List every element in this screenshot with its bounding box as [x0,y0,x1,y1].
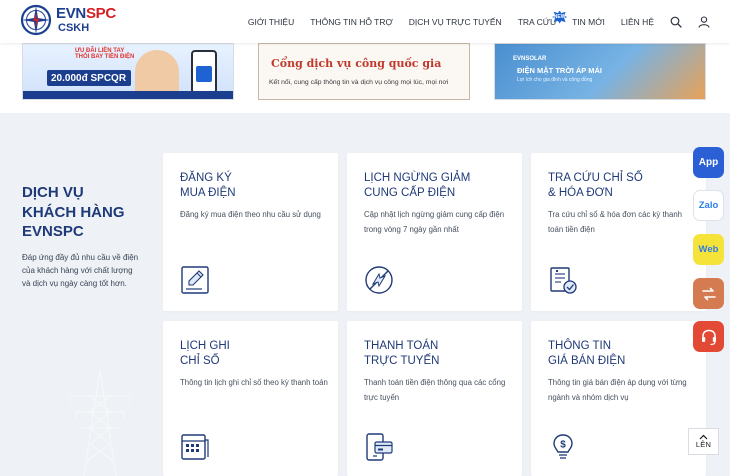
card-description: Đăng ký mua điện theo nhu cầu sử dụng [180,210,321,219]
card-title: THÔNG TIN GIÁ BÁN ĐIỆN [548,340,626,367]
card-description: Thông tin lịch ghi chỉ số theo kỳ thanh … [180,378,328,387]
nav-item-tin-moi[interactable]: TIN MỚI [572,17,605,27]
banner-evnsolar-subtitle: Lợi ích cho gia đình và cộng đồng [517,77,593,83]
service-card-tra-cuu-chi-so[interactable]: TRA CỨU CHỈ SỐ & HÓA ĐƠN Tra cứu chỉ số … [531,153,706,311]
site-header: EVNSPC CSKH GIỚI THIỆU THÔNG TIN HỖ TRỢ … [0,0,730,43]
banner-dich-vu-cong[interactable]: Cổng dịch vụ công quốc gia Kết nối, cung… [258,43,470,100]
card-description: Cập nhật lịch ngừng giảm cung cấp điện t… [364,210,505,235]
back-to-top-label: LÊN [695,440,712,449]
section-description: Đáp ứng đầy đủ nhu cầu về điện của khách… [22,253,139,289]
banner-evnsolar[interactable]: EVNSOLAR ĐIỆN MẶT TRỜI ÁP MÁI Lợi ích ch… [494,43,706,100]
service-card-thanh-toan-truc-tuyen[interactable]: THANH TOÁN TRỰC TUYẾN Thanh toán tiền đi… [347,321,522,476]
bulb-dollar-icon: $ [553,434,573,459]
user-icon[interactable] [698,15,710,28]
nav-item-thong-tin-ho-tro[interactable]: THÔNG TIN HỖ TRỢ [310,17,393,27]
section-title: DỊCH VỤ KHÁCH HÀNG EVNSPC [22,184,125,240]
service-card-lich-ngung-giam[interactable]: LỊCH NGỪNG GIẢM CUNG CẤP ĐIỆN Cập nhật l… [347,153,522,311]
evn-logo-icon [20,4,52,36]
power-off-icon [365,266,393,294]
banner-spcqr[interactable]: ƯU ĐÃI LIỀN TAY THỎI BAY TIỀN ĐIỆN 20.00… [22,43,234,100]
card-description: Thông tin giá bán điện áp dụng với từng … [548,378,687,403]
banner-spcqr-headline: ƯU ĐÃI LIỀN TAY THỎI BAY TIỀN ĐIỆN [75,48,135,61]
card-title: TRA CỨU CHỈ SỐ & HÓA ĐƠN [548,172,643,199]
hotline-button[interactable] [693,321,724,352]
mobile-card-icon [366,433,393,461]
card-title: LỊCH GHI CHỈ SỐ [180,340,230,367]
card-description: Tra cứu chỉ số & hóa đơn các kỳ thanh to… [548,210,682,235]
invoice-check-icon [550,267,577,294]
exchange-icon [701,287,716,300]
logo-subtitle: CSKH [58,22,90,34]
banner-dich-vu-cong-subtitle: Kết nối, cung cấp thông tin và dịch vụ c… [269,79,449,86]
card-title: ĐĂNG KÝ MUA ĐIỆN [180,172,236,199]
nav-item-lien-he[interactable]: LIÊN HỆ [621,17,654,27]
logo-brand: EVNSPC [56,5,116,22]
nav-item-tra-cuu-label: TRA CỨU [517,16,557,27]
back-to-top-button[interactable]: LÊN [688,428,719,455]
card-title: LỊCH NGỪNG GIẢM CUNG CẤP ĐIỆN [364,172,471,199]
banner-evnsolar-brand: EVNSOLAR [513,56,547,62]
nav-item-gioi-thieu[interactable]: GIỚI THIỆU [248,17,294,27]
headset-icon [701,329,716,345]
logo[interactable]: EVNSPC CSKH [20,4,116,36]
service-card-gia-ban-dien[interactable]: THÔNG TIN GIÁ BÁN ĐIỆN Thông tin giá bán… [531,321,706,476]
card-description: Thanh toán tiền điện thông qua các cổng … [364,378,506,403]
app-button[interactable]: App [693,147,724,178]
exchange-button[interactable] [693,278,724,309]
people-image [135,50,179,96]
zalo-button[interactable]: Zalo [693,190,724,221]
service-card-dang-ky-mua-dien[interactable]: ĐĂNG KÝ MUA ĐIỆN Đăng ký mua điện theo n… [163,153,338,311]
banner-strip: ƯU ĐÃI LIỀN TAY THỎI BAY TIỀN ĐIỆN 20.00… [0,43,730,113]
banner-spcqr-code: 20.000đ SPCQR [47,70,131,86]
phone-image [191,50,217,94]
card-title: THANH TOÁN TRỰC TUYẾN [364,340,440,367]
nav-item-tra-cuu[interactable]: TRA CỨU NEW [517,10,568,27]
web-button[interactable]: Web [693,234,724,265]
main-nav: GIỚI THIỆU THÔNG TIN HỖ TRỢ DỊCH VỤ TRỰC… [248,0,710,43]
document-pen-icon [181,266,209,294]
power-tower-illustration [69,369,131,476]
new-badge: NEW [552,10,568,24]
banner-footer-bar [23,91,233,99]
nav-item-dich-vu-truc-tuyen[interactable]: DỊCH VỤ TRỰC TUYẾN [409,17,502,27]
service-card-lich-ghi-chi-so[interactable]: LỊCH GHI CHỈ SỐ Thông tin lịch ghi chỉ s… [163,321,338,476]
calendar-icon [181,434,209,460]
banner-dich-vu-cong-title: Cổng dịch vụ công quốc gia [271,57,442,70]
services-section: DỊCH VỤ KHÁCH HÀNG EVNSPC Đáp ứng đầy đủ… [0,113,730,476]
banner-evnsolar-title: ĐIỆN MẶT TRỜI ÁP MÁI [517,66,603,75]
svg-text:$: $ [560,440,566,451]
search-icon[interactable] [670,16,682,28]
